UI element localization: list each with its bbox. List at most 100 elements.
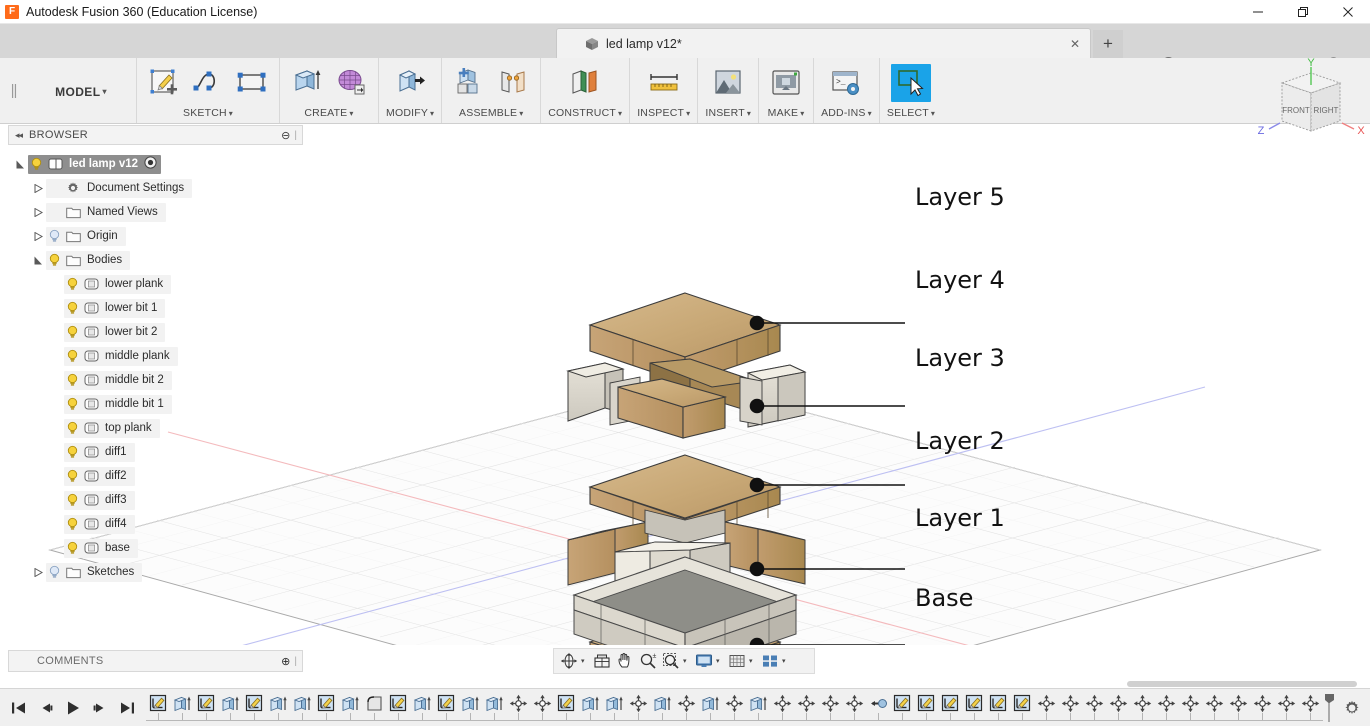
tree-row[interactable]: led lamp v12 — [8, 152, 303, 176]
chevron-down-icon[interactable]: ▾ — [716, 657, 725, 665]
tree-row[interactable]: diff2 — [8, 464, 303, 488]
play-icon[interactable] — [62, 697, 84, 719]
lightbulb-icon[interactable] — [64, 325, 81, 339]
tree-row[interactable]: lower bit 2 — [8, 320, 303, 344]
timeline-feature-extrude[interactable] — [410, 691, 434, 717]
tree-row-hit[interactable]: Named Views — [46, 203, 166, 222]
add-comment-icon[interactable]: ⊕ — [281, 655, 290, 668]
lightbulb-icon[interactable] — [64, 445, 81, 459]
chevron-down-icon[interactable]: ▾ — [782, 657, 791, 665]
new-component-icon[interactable] — [449, 64, 489, 102]
timeline-feature-move[interactable] — [1106, 691, 1130, 717]
tree-row[interactable]: Origin — [8, 224, 303, 248]
close-tab-icon[interactable]: ✕ — [1070, 37, 1080, 51]
timeline-feature-move[interactable] — [1202, 691, 1226, 717]
timeline-feature-move[interactable] — [626, 691, 650, 717]
tree-twisty-icon[interactable] — [30, 232, 46, 241]
timeline-settings-gear-icon[interactable] — [1334, 699, 1370, 717]
tree-row-hit[interactable]: lower plank — [64, 275, 171, 294]
tree-row[interactable]: base — [8, 536, 303, 560]
tree-twisty-icon[interactable] — [30, 568, 46, 577]
tree-row[interactable]: diff1 — [8, 440, 303, 464]
ribbon-group-label-inspect[interactable]: INSPECT▾ — [637, 107, 690, 121]
create-form-icon[interactable] — [331, 64, 371, 102]
timeline-feature-extrude[interactable] — [482, 691, 506, 717]
timeline-feature-move[interactable] — [1178, 691, 1202, 717]
tree-row-hit[interactable]: middle bit 1 — [64, 395, 172, 414]
timeline-feature-extrude[interactable] — [266, 691, 290, 717]
tree-row[interactable]: diff4 — [8, 512, 303, 536]
timeline-track[interactable] — [146, 689, 1323, 726]
ribbon-group-label-insert[interactable]: INSERT▾ — [705, 107, 751, 121]
insert-image-icon[interactable] — [708, 64, 748, 102]
lightbulb-icon[interactable] — [46, 253, 63, 267]
timeline-feature-move[interactable] — [1154, 691, 1178, 717]
lightbulb-icon[interactable] — [46, 565, 63, 579]
tree-row-hit[interactable]: diff1 — [64, 443, 135, 462]
timeline-feature-sketch[interactable] — [314, 691, 338, 717]
timeline-feature-move[interactable] — [1298, 691, 1322, 717]
chevron-down-icon[interactable]: ▾ — [683, 657, 692, 665]
timeline-end-marker[interactable] — [1325, 694, 1334, 722]
zoom-window-icon[interactable] — [660, 650, 682, 672]
close-button[interactable] — [1325, 0, 1370, 24]
tree-twisty-icon[interactable] — [30, 256, 46, 265]
tree-row-hit[interactable]: Document Settings — [46, 179, 192, 198]
timeline-feature-sketch[interactable] — [242, 691, 266, 717]
new-tab-button[interactable]: + — [1093, 30, 1123, 58]
lightbulb-icon[interactable] — [64, 301, 81, 315]
ribbon-group-label-modify[interactable]: MODIFY▾ — [386, 107, 434, 121]
lightbulb-icon[interactable] — [64, 349, 81, 363]
lightbulb-icon[interactable] — [46, 229, 63, 243]
timeline-feature-move[interactable] — [770, 691, 794, 717]
tree-row-hit[interactable]: middle plank — [64, 347, 178, 366]
tree-twisty-icon[interactable] — [30, 208, 46, 217]
timeline-feature-sketch[interactable] — [962, 691, 986, 717]
tree-row[interactable]: middle plank — [8, 344, 303, 368]
timeline-feature-move[interactable] — [794, 691, 818, 717]
timeline-feature-extrude[interactable] — [338, 691, 362, 717]
timeline-feature-extrude[interactable] — [290, 691, 314, 717]
tree-row-hit[interactable]: diff4 — [64, 515, 135, 534]
timeline-feature-sketch[interactable] — [938, 691, 962, 717]
ribbon-group-label-make[interactable]: MAKE▾ — [768, 107, 805, 121]
timeline-feature-sketch[interactable] — [1010, 691, 1034, 717]
timeline-feature-move[interactable] — [1058, 691, 1082, 717]
lightbulb-icon[interactable] — [64, 421, 81, 435]
step-forward-icon[interactable] — [89, 697, 111, 719]
chevron-down-icon[interactable]: ▾ — [581, 657, 590, 665]
tree-row-hit[interactable]: Origin — [46, 227, 126, 246]
tree-twisty-icon[interactable] — [12, 160, 28, 169]
timeline-feature-extrude[interactable] — [698, 691, 722, 717]
tree-row[interactable]: Sketches — [8, 560, 303, 584]
ribbon-group-label-select[interactable]: SELECT▾ — [887, 107, 935, 121]
lightbulb-icon[interactable] — [64, 397, 81, 411]
timeline-feature-move[interactable] — [1082, 691, 1106, 717]
lightbulb-icon[interactable] — [28, 157, 45, 171]
timeline-feature-move[interactable] — [530, 691, 554, 717]
rectangle-icon[interactable] — [232, 64, 272, 102]
extrude-icon[interactable] — [287, 64, 327, 102]
timeline-feature-move[interactable] — [1226, 691, 1250, 717]
activate-component-icon[interactable] — [144, 156, 157, 172]
lightbulb-icon[interactable] — [64, 469, 81, 483]
tree-twisty-icon[interactable] — [30, 184, 46, 193]
tree-row-hit[interactable]: diff3 — [64, 491, 135, 510]
timeline-feature-extrude[interactable] — [650, 691, 674, 717]
timeline-scrollbar[interactable] — [1127, 681, 1357, 687]
tree-row-hit[interactable]: Sketches — [46, 563, 142, 582]
collapse-browser-icon[interactable]: ◂◂ — [15, 130, 22, 141]
look-at-icon[interactable] — [591, 650, 613, 672]
timeline-feature-extrude[interactable] — [746, 691, 770, 717]
browser-minimize-icon[interactable]: ⊖ — [281, 129, 290, 142]
workspace-dropdown[interactable]: MODEL ▾ — [33, 62, 129, 121]
browser-grip-icon[interactable]: | — [294, 130, 297, 141]
timeline-feature-sketch[interactable] — [194, 691, 218, 717]
offset-plane-icon[interactable] — [565, 64, 605, 102]
tree-row-hit[interactable]: top plank — [64, 419, 160, 438]
timeline-feature-sketch[interactable] — [386, 691, 410, 717]
timeline-feature-sketch[interactable] — [914, 691, 938, 717]
timeline-feature-extrude[interactable] — [578, 691, 602, 717]
minimize-button[interactable] — [1235, 0, 1280, 24]
timeline-feature-move[interactable] — [818, 691, 842, 717]
